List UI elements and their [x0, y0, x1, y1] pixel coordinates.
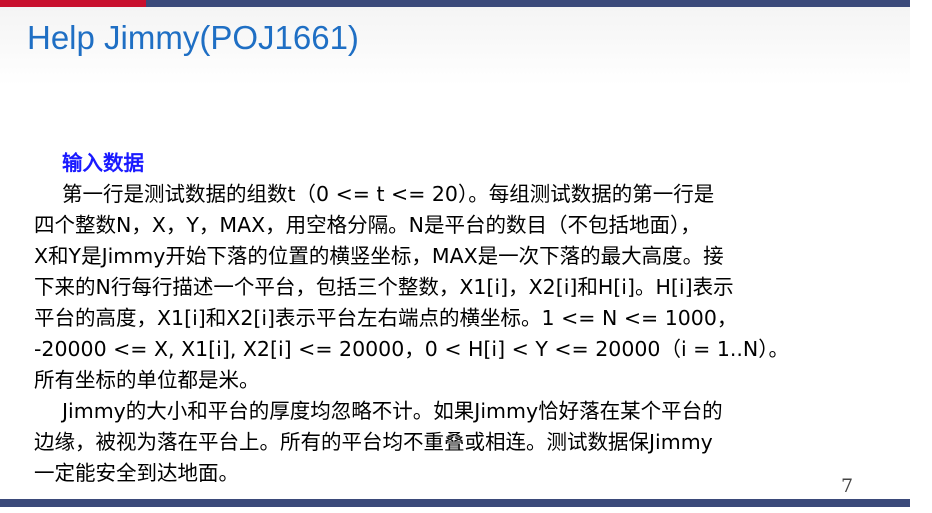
slide: Help Jimmy(POJ1661) 输入数据 第一行是测试数据的组数t（0 … [0, 0, 932, 513]
page-number: 7 [841, 475, 854, 497]
slide-body: 输入数据 第一行是测试数据的组数t（0 <= t <= 20）。每组测试数据的第… [34, 148, 884, 489]
body-line-4: 下来的N行每行描述一个平台，包括三个整数，X1[i]，X2[i]和H[i]。H[… [34, 275, 734, 299]
body-line-6: -20000 <= X, X1[i], X2[i] <= 20000，0 < H… [34, 337, 790, 361]
body-line-8: Jimmy的大小和平台的厚度均忽略不计。如果Jimmy恰好落在某个平台的 [62, 399, 723, 423]
section-heading: 输入数据 [62, 151, 144, 175]
body-line-3: X和Y是Jimmy开始下落的位置的横竖坐标，MAX是一次下落的最大高度。接 [34, 244, 724, 268]
body-line-7: 所有坐标的单位都是米。 [34, 368, 260, 392]
slide-title: Help Jimmy(POJ1661) [27, 19, 359, 56]
top-accent-bar-red [0, 0, 146, 7]
top-accent-bar-navy [146, 0, 910, 7]
body-line-9: 边缘，被视为落在平台上。所有的平台均不重叠或相连。测试数据保Jimmy [34, 430, 713, 454]
top-accent-bar [0, 0, 910, 7]
body-line-1: 第一行是测试数据的组数t（0 <= t <= 20）。每组测试数据的第一行是 [62, 182, 715, 206]
body-line-5: 平台的高度，X1[i]和X2[i]表示平台左右端点的横坐标。1 <= N <= … [34, 306, 738, 330]
body-line-10: 一定能安全到达地面。 [34, 461, 239, 485]
body-line-2: 四个整数N，X，Y，MAX，用空格分隔。N是平台的数目（不包括地面）， [34, 213, 701, 237]
right-margin [910, 0, 932, 513]
bottom-accent-bar [0, 499, 910, 507]
